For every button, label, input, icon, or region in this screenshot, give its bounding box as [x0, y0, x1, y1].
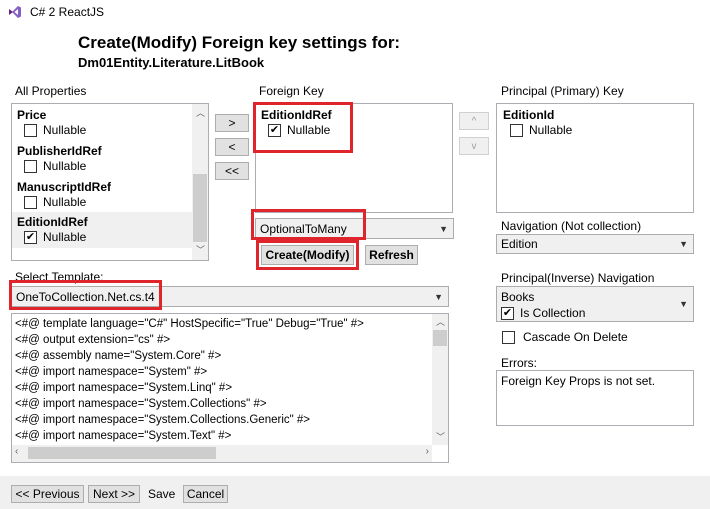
h-scroll-thumb[interactable]	[28, 447, 216, 459]
code-vertical-scrollbar[interactable]: ︿ ﹀	[432, 314, 448, 445]
foreign-key-property-name: EditionIdRef	[261, 108, 332, 122]
foreign-key-label: Foreign Key	[259, 84, 324, 98]
navigation-value: Edition	[501, 237, 538, 251]
remove-from-foreign-key-button[interactable]: <	[215, 138, 249, 156]
list-item[interactable]: EditionIdRef ✔ Nullable	[253, 102, 353, 153]
cascade-checkbox[interactable]	[502, 330, 515, 344]
save-button[interactable]: Save	[148, 487, 175, 501]
template-code-editor[interactable]: <#@ template language="C#" HostSpecific=…	[11, 313, 449, 463]
property-name: Price	[17, 108, 47, 122]
nullable-label: Nullable	[287, 123, 331, 137]
chevron-down-icon: ▼	[434, 291, 443, 302]
cancel-button[interactable]: Cancel	[183, 485, 228, 503]
remove-all-button[interactable]: <<	[215, 162, 249, 180]
principal-inverse-select[interactable]: Books ✔ Is Collection ▼	[496, 286, 694, 322]
chevron-down-icon: ▼	[679, 299, 688, 309]
nullable-checkbox[interactable]: ✔	[268, 123, 281, 137]
navigation-select[interactable]: Edition ▼	[496, 234, 694, 254]
nullable-label: Nullable	[43, 230, 87, 244]
property-name: PublisherIdRef	[17, 144, 102, 158]
code-line: <#@ assembly name="System.Core" #>	[15, 350, 222, 362]
scroll-up-icon[interactable]: ︿	[196, 106, 205, 119]
chevron-down-icon: ▼	[679, 239, 688, 249]
code-line: <#@ import namespace="System.Collections…	[15, 414, 311, 426]
cascade-label: Cascade On Delete	[523, 330, 628, 344]
add-to-foreign-key-button[interactable]: >	[215, 114, 249, 132]
list-item[interactable]: Price Nullable	[17, 108, 86, 138]
refresh-button[interactable]: Refresh	[365, 245, 418, 265]
code-horizontal-scrollbar[interactable]: ‹ ›	[12, 445, 432, 462]
page-title: Create(Modify) Foreign key settings for:	[78, 33, 401, 52]
nullable-label: Nullable	[43, 195, 87, 209]
nullable-checkbox[interactable]: ✔	[24, 230, 37, 244]
list-item[interactable]: ManuscriptIdRef Nullable	[17, 180, 111, 210]
all-properties-list[interactable]: Price Nullable PublisherIdRef Nullable M…	[11, 103, 209, 261]
code-line: <#@ output extension="cs" #>	[15, 334, 171, 346]
code-line: <#@ template language="C#" HostSpecific=…	[15, 318, 364, 330]
principal-key-list[interactable]: EditionId Nullable	[496, 103, 694, 213]
cascade-on-delete[interactable]: Cascade On Delete	[502, 329, 628, 345]
move-down-button[interactable]: v	[459, 137, 489, 155]
errors-text: Foreign Key Props is not set.	[501, 374, 656, 388]
scroll-right-icon[interactable]: ›	[426, 446, 429, 457]
nullable-checkbox[interactable]	[24, 195, 37, 209]
nullable-checkbox[interactable]	[24, 159, 37, 173]
template-highlight	[9, 280, 162, 310]
scroll-up-icon[interactable]: ︿	[436, 315, 445, 328]
principal-key-label: Principal (Primary) Key	[501, 84, 624, 98]
list-item-selected[interactable]: EditionIdRef ✔ Nullable	[12, 212, 192, 248]
errors-box: Foreign Key Props is not set.	[496, 370, 694, 426]
code-line: <#@ import namespace="System.Collections…	[15, 398, 267, 410]
principal-key-property-name: EditionId	[503, 108, 555, 122]
errors-label: Errors:	[501, 356, 537, 370]
move-up-button[interactable]: ^	[459, 112, 489, 130]
relation-highlight	[251, 209, 366, 240]
vertical-scrollbar[interactable]: ︿ ﹀	[192, 104, 208, 260]
chevron-down-icon: ▼	[439, 223, 448, 234]
code-line: <#@ import namespace="System.Linq" #>	[15, 382, 233, 394]
principal-inverse-value: Books	[501, 290, 535, 304]
window-title-bar: C# 2 ReactJS	[0, 0, 710, 24]
visual-studio-icon	[9, 6, 21, 18]
property-name: EditionIdRef	[17, 215, 88, 229]
list-item[interactable]: EditionId Nullable	[503, 108, 572, 138]
scroll-thumb[interactable]	[193, 174, 207, 242]
list-item[interactable]: PublisherIdRef Nullable	[17, 144, 102, 174]
scroll-down-icon[interactable]: ﹀	[436, 430, 445, 443]
next-button[interactable]: Next >>	[88, 485, 140, 503]
previous-button[interactable]: << Previous	[11, 485, 84, 503]
property-name: ManuscriptIdRef	[17, 180, 112, 194]
code-lines: <#@ template language="C#" HostSpecific=…	[15, 316, 425, 444]
nullable-label: Nullable	[529, 123, 573, 137]
create-highlight	[256, 240, 359, 270]
is-collection-checkbox[interactable]: ✔	[501, 306, 514, 320]
nullable-label: Nullable	[43, 123, 87, 137]
is-collection-label: Is Collection	[520, 306, 586, 320]
code-line: <#@ import namespace="System.Text" #>	[15, 430, 232, 442]
scroll-left-icon[interactable]: ‹	[15, 446, 18, 457]
scroll-down-icon[interactable]: ﹀	[196, 243, 205, 256]
all-properties-label: All Properties	[15, 84, 87, 98]
nullable-label: Nullable	[43, 159, 87, 173]
code-line: <#@ import namespace="System" #>	[15, 366, 208, 378]
nullable-checkbox[interactable]	[24, 123, 37, 137]
entity-name: Dm01Entity.Literature.LitBook	[78, 55, 265, 70]
window-title: C# 2 ReactJS	[30, 5, 105, 19]
scroll-thumb[interactable]	[433, 330, 447, 346]
principal-inverse-label: Principal(Inverse) Navigation	[501, 271, 655, 285]
nullable-checkbox[interactable]	[510, 123, 523, 137]
navigation-label: Navigation (Not collection)	[501, 219, 642, 233]
